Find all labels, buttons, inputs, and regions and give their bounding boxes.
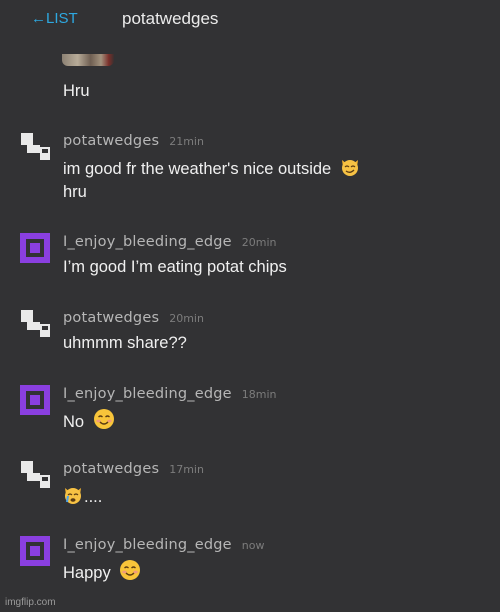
back-arrow-icon: ← xyxy=(31,10,46,27)
imgflip-watermark: imgflip.com xyxy=(5,597,56,608)
message-username[interactable]: potatwedges xyxy=(63,133,159,149)
message-timestamp: 20min xyxy=(169,312,204,325)
message-text: im good fr the weather's nice outside xyxy=(63,160,332,178)
message-timestamp: 18min xyxy=(241,388,277,401)
message-text-line: im good fr the weather's nice outside xyxy=(63,157,360,179)
message-text: I’m good I’m eating potat chips xyxy=(63,258,287,276)
image-thumbnail-partial[interactable] xyxy=(62,54,114,66)
message-username[interactable]: I_enjoy_bleeding_edge xyxy=(63,386,232,402)
message-username[interactable]: I_enjoy_bleeding_edge xyxy=(63,537,232,553)
message-timestamp: 17min xyxy=(169,463,204,476)
crying-cat-emoji-icon xyxy=(65,488,81,504)
smiling-face-emoji-icon xyxy=(120,560,141,580)
message-text: uhmmm share?? xyxy=(63,334,187,352)
back-to-list-link[interactable]: ←LIST xyxy=(31,10,78,27)
message-text: Happy xyxy=(63,564,111,582)
message-username[interactable]: potatwedges xyxy=(63,461,159,477)
message-text-line: No xyxy=(63,408,115,432)
smiling-face-emoji-icon xyxy=(93,409,114,429)
message-timestamp: now xyxy=(241,539,265,552)
message-username[interactable]: I_enjoy_bleeding_edge xyxy=(63,234,232,250)
smirking-cat-emoji-icon xyxy=(341,160,358,176)
user-avatar-purple[interactable] xyxy=(18,534,52,568)
message-timestamp: 21min xyxy=(169,135,204,148)
back-label: LIST xyxy=(46,10,78,27)
message-text: .... xyxy=(84,488,103,506)
message-text-line: .... xyxy=(63,485,102,507)
user-avatar-grey[interactable] xyxy=(18,458,52,492)
message-timestamp: 20min xyxy=(241,236,277,249)
user-avatar-grey[interactable] xyxy=(18,130,52,164)
message-username[interactable]: potatwedges xyxy=(63,310,159,326)
user-avatar-purple[interactable] xyxy=(18,231,52,265)
message-text: No xyxy=(63,413,85,431)
message-text: Hru xyxy=(63,82,90,100)
message-text-line: Happy xyxy=(63,559,141,583)
message-text: hru xyxy=(63,183,87,201)
user-avatar-grey[interactable] xyxy=(18,307,52,341)
conversation-title: potatwedges xyxy=(122,9,219,28)
user-avatar-purple[interactable] xyxy=(18,383,52,417)
chat-header: ←LIST potatwedges xyxy=(0,0,500,42)
